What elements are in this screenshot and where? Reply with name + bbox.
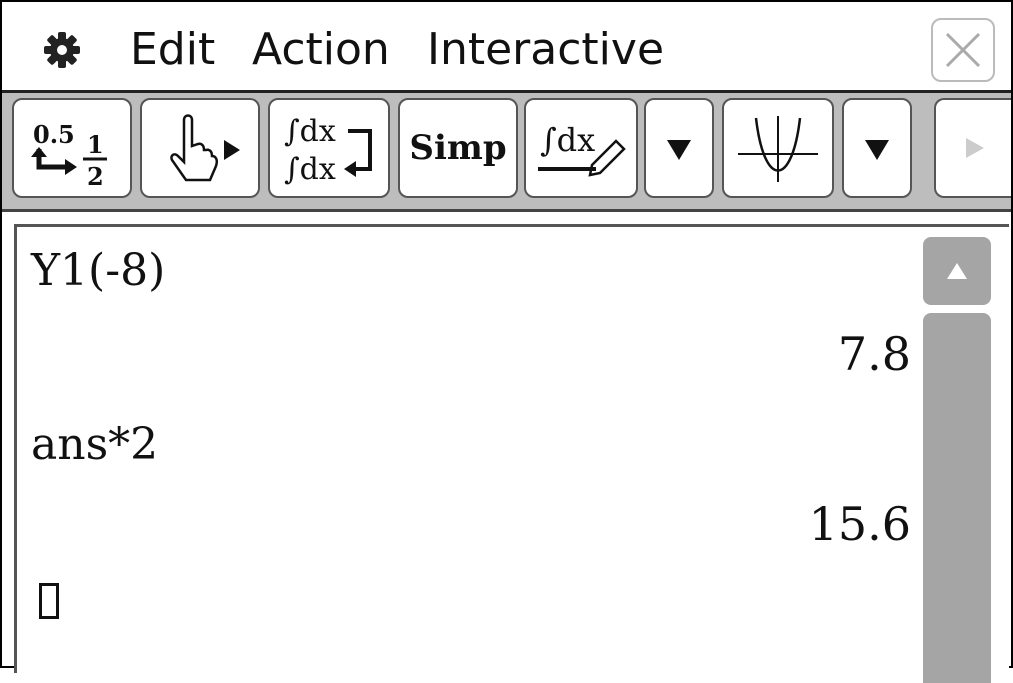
menu-action[interactable]: Action [252,24,390,76]
graph-button[interactable] [722,98,834,198]
dropdown-button-1[interactable] [644,98,714,198]
scroll-up-button[interactable] [923,237,991,305]
simplify-button[interactable]: Simp [398,98,518,198]
triangle-down-icon [865,140,889,160]
input-expression[interactable]: Y1(-8) [31,245,165,296]
main-work-area[interactable]: Y1(-8) 7.8 ans*2 15.6 [14,224,1009,683]
svg-text:2: 2 [87,162,104,191]
toolbar: 0.5 1 2 ∫dx ∫dx Simp ∫dx [2,93,1011,212]
integral-exchange-button[interactable]: ∫dx ∫dx [268,98,390,198]
dropdown-button-2[interactable] [842,98,912,198]
output-result: 7.8 [837,327,911,381]
integral-exchange-icon: ∫dx ∫dx [284,114,372,187]
svg-text:∫dx: ∫dx [284,152,336,187]
menu-edit[interactable]: Edit [130,24,215,76]
svg-text:∫dx: ∫dx [284,114,336,149]
gear-icon[interactable] [42,30,82,70]
hand-tool-button[interactable] [140,98,260,198]
svg-text:∫dx: ∫dx [540,121,595,159]
app-window: Edit Action Interactive 0.5 1 2 ∫dx ∫dx … [0,0,1013,683]
close-icon [945,32,981,68]
simplify-label: Simp [409,128,507,168]
close-button[interactable] [931,18,995,82]
triangle-down-icon [667,140,691,160]
integral-pencil-icon: ∫dx [538,121,626,177]
scroll-thumb[interactable] [923,313,991,683]
decimal-fraction-button[interactable]: 0.5 1 2 [12,98,132,198]
parabola-graph-icon [738,116,818,182]
menu-bar: Edit Action Interactive [2,2,1011,93]
svg-text:1: 1 [87,130,104,159]
hand-pointer-icon [170,114,240,182]
svg-text:0.5: 0.5 [33,120,75,149]
scrollbar[interactable] [923,237,991,683]
decimal-fraction-icon: 0.5 1 2 [31,120,107,191]
triangle-up-icon [947,263,967,279]
toolbar-next-button[interactable] [934,98,1011,198]
input-expression[interactable]: ans*2 [31,419,158,470]
integral-edit-button[interactable]: ∫dx [524,98,638,198]
output-result: 15.6 [808,497,911,551]
input-cursor[interactable] [39,583,59,619]
triangle-right-icon [965,138,984,158]
menu-interactive[interactable]: Interactive [427,24,664,76]
